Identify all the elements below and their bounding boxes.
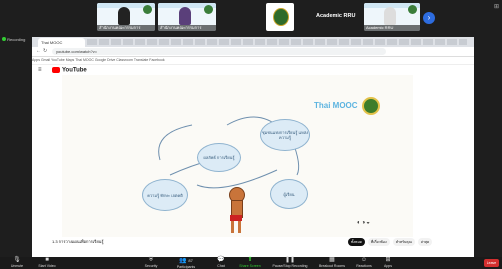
cartoon-character bbox=[225, 187, 247, 237]
reload-icon[interactable]: ↻ bbox=[43, 48, 47, 54]
tab-active[interactable]: Thai MOOC bbox=[38, 38, 85, 47]
university-logo-icon bbox=[408, 5, 417, 14]
camera-icon: ■ bbox=[45, 257, 49, 263]
participant-name: Academic RRU bbox=[364, 25, 420, 31]
person-avatar bbox=[179, 7, 191, 25]
apps-icon: ⊞ bbox=[385, 257, 391, 263]
reactions-icon: ☺ bbox=[360, 257, 368, 263]
address-bar: ← ↻ youtube.com/watch?v= bbox=[32, 47, 474, 57]
chat-button[interactable]: 💬 Chat bbox=[212, 257, 230, 269]
next-page-button[interactable]: › bbox=[423, 12, 435, 24]
side-panel bbox=[413, 75, 474, 237]
participant-tile[interactable]: Academic RRU bbox=[364, 3, 420, 31]
menu-icon[interactable]: ≡ bbox=[38, 67, 42, 73]
person-avatar bbox=[118, 7, 130, 25]
university-emblem-icon bbox=[362, 97, 380, 115]
reactions-button[interactable]: ☺ Reactions bbox=[350, 257, 378, 269]
participant-tile[interactable] bbox=[266, 3, 294, 31]
person-avatar bbox=[384, 7, 396, 25]
meeting-toolbar: 🎙 Unmute ■ Start Video ⛨ Security 👥 87 Parti… bbox=[0, 257, 502, 269]
recording-indicator: Recording bbox=[2, 37, 30, 47]
breakout-rooms-button[interactable]: ▦ Breakout Rooms bbox=[314, 257, 350, 269]
player-controls[interactable]: ◐◑◒ bbox=[357, 220, 371, 226]
leave-button[interactable]: Leave bbox=[484, 259, 499, 267]
bubble-knowledge: ความรู้ ทักษะ เจตคติ bbox=[142, 179, 188, 211]
participant-name: สำนักงานคณะกรรมการ bbox=[97, 25, 155, 31]
chip-all[interactable]: ทั้งหมด bbox=[348, 238, 365, 246]
video-gallery: สำนักงานคณะกรรมการ สำนักงานคณะกรรมการ Ac… bbox=[0, 0, 502, 36]
start-video-button[interactable]: ■ Start Video bbox=[34, 257, 60, 269]
participant-name: สำนักงานคณะกรรมการ bbox=[158, 25, 216, 31]
participants-button[interactable]: 👥 87 Participants bbox=[172, 257, 200, 269]
share-screen-button[interactable]: ⬆ Share Screen bbox=[235, 257, 265, 269]
recording-dot-icon bbox=[2, 37, 6, 41]
participant-tile[interactable]: สำนักงานคณะกรรมการ bbox=[97, 3, 155, 31]
unmute-button[interactable]: 🎙 Unmute bbox=[6, 257, 28, 269]
breakout-rooms-icon: ▦ bbox=[329, 257, 335, 263]
tab-strip[interactable] bbox=[87, 39, 467, 45]
pause-icon: ❚❚ bbox=[284, 257, 296, 263]
video-player[interactable]: Thai MOOC ชุมชนแห่งการเรียนรู้ แหล่งความ… bbox=[62, 75, 413, 237]
view-grid-icon[interactable]: ⊞ bbox=[494, 3, 499, 10]
bookmarks-bar[interactable]: Apps Gmail YouTube Maps Thai MOOC Google… bbox=[32, 57, 474, 65]
university-emblem-icon bbox=[273, 8, 289, 26]
bubble-community: ชุมชนแห่งการเรียนรู้ แหล่งความรู้ bbox=[260, 119, 310, 151]
university-logo-icon bbox=[143, 5, 152, 14]
youtube-logo[interactable]: YouTube bbox=[52, 67, 87, 74]
shared-screen-browser: Thai MOOC ← ↻ youtube.com/watch?v= Apps … bbox=[32, 37, 474, 257]
shield-icon: ⛨ bbox=[148, 257, 154, 263]
share-screen-icon: ⬆ bbox=[247, 257, 253, 263]
tab-bar: Thai MOOC bbox=[32, 37, 474, 47]
bubble-outcome: ผลลัพธ์ การเรียนรู้ bbox=[197, 143, 241, 172]
university-logo-icon bbox=[204, 5, 213, 14]
microphone-icon: 🎙 bbox=[13, 257, 21, 263]
chip-related[interactable]: ที่เกี่ยวข้อง bbox=[367, 238, 390, 246]
back-icon[interactable]: ← bbox=[36, 48, 41, 54]
video-title: 1.3 การวางแผนเพื่อการเรียนรู้ bbox=[52, 239, 104, 244]
participants-icon: 👥 87 bbox=[179, 258, 193, 264]
participant-tile[interactable]: สำนักงานคณะกรรมการ bbox=[158, 3, 216, 31]
play-logo-icon bbox=[52, 67, 60, 73]
apps-button[interactable]: ⊞ Apps bbox=[380, 257, 396, 269]
youtube-header: ≡ YouTube bbox=[32, 65, 474, 75]
video-brand: Thai MOOC bbox=[314, 101, 358, 110]
url-input[interactable]: youtube.com/watch?v= bbox=[52, 48, 386, 55]
bubble-learner: ผู้เรียน bbox=[270, 179, 308, 209]
participant-name: Academic RRU bbox=[316, 13, 356, 19]
chip-for-you[interactable]: สำหรับคุณ bbox=[392, 238, 415, 246]
filter-chips: ทั้งหมด ที่เกี่ยวข้อง สำหรับคุณ ล่าสุด bbox=[348, 238, 434, 246]
pause-stop-recording-button[interactable]: ❚❚ Pause/Stop Recording bbox=[268, 257, 312, 269]
chat-icon: 💬 bbox=[217, 257, 225, 263]
security-button[interactable]: ⛨ Security bbox=[140, 257, 162, 269]
chip-recent[interactable]: ล่าสุด bbox=[417, 238, 433, 246]
